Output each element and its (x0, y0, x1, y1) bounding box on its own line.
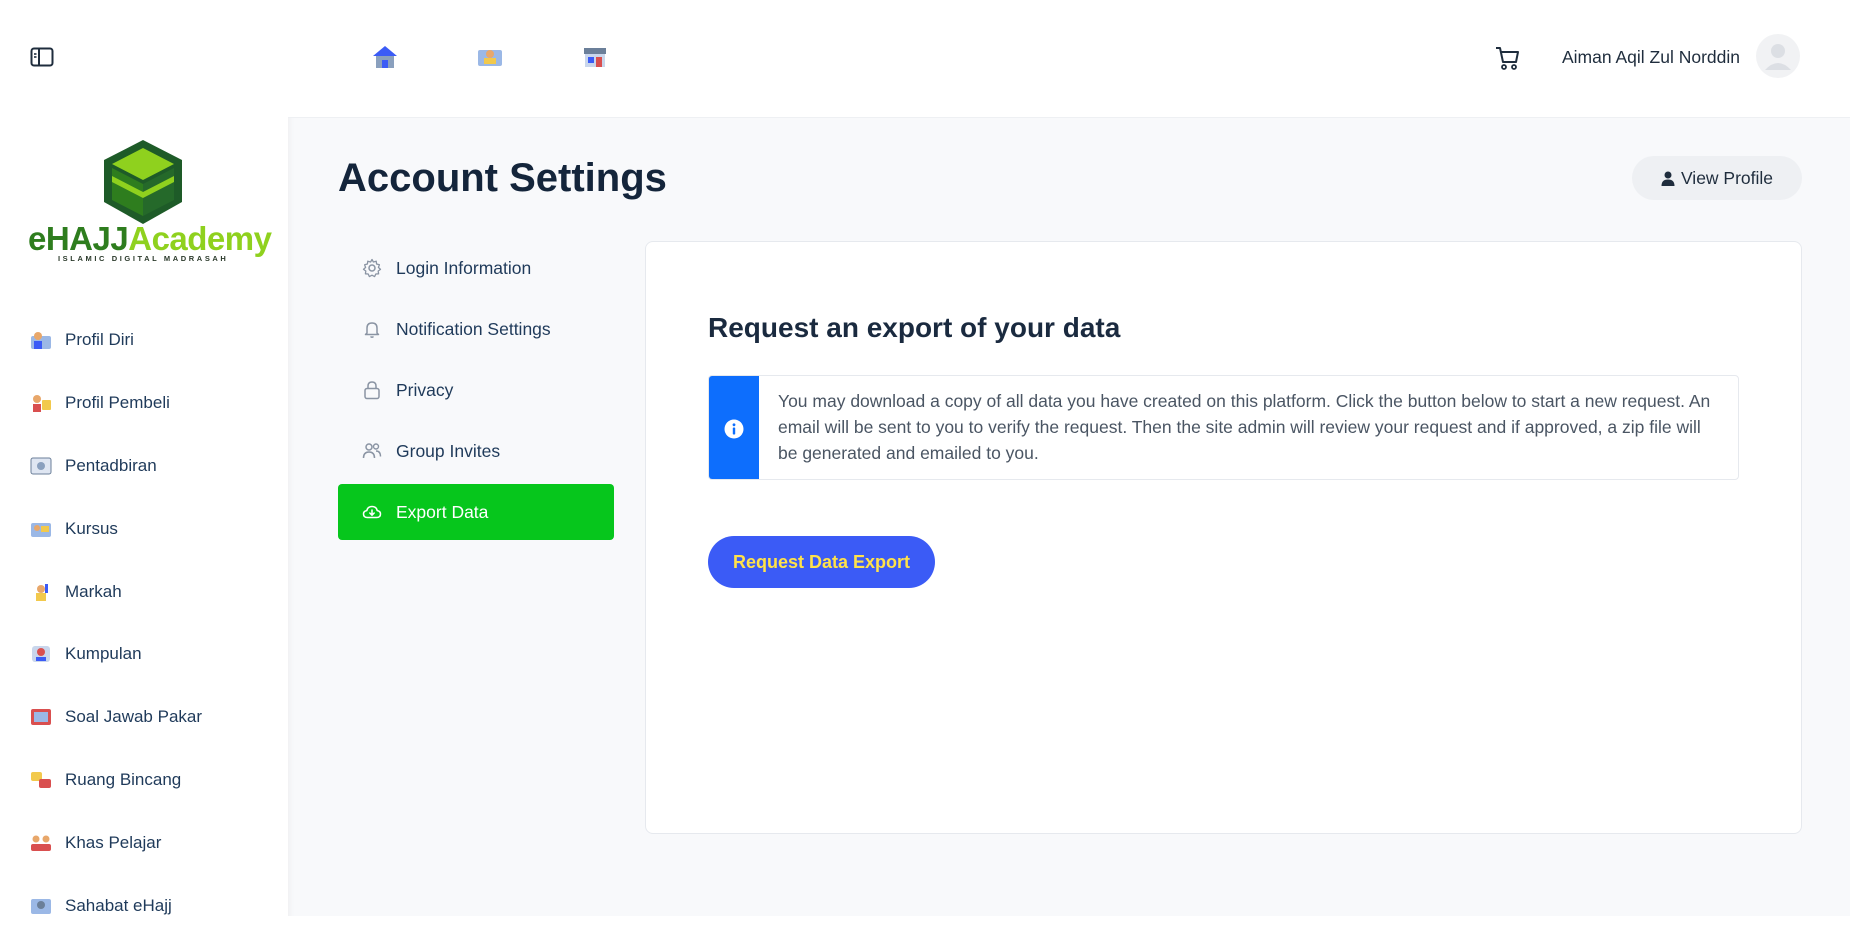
sidebar-item-kumpulan[interactable]: Kumpulan (0, 623, 288, 686)
bell-icon (364, 322, 380, 338)
marks-icon (36, 583, 48, 601)
info-notice: You may download a copy of all data you … (708, 375, 1739, 480)
sidebar-item-label: Markah (65, 581, 122, 601)
course-icon (31, 522, 51, 537)
ehajj-logo[interactable]: eHAJJAcademy ISLAMIC DIGITAL MADRASAH (26, 136, 272, 268)
sidebar-nav: Profil Diri Profil Pembeli Pentadbiran K… (0, 309, 288, 937)
settings-item-export-data[interactable]: Export Data (338, 484, 614, 540)
settings-item-label: Export Data (396, 501, 489, 522)
info-notice-text: You may download a copy of all data you … (778, 391, 1711, 463)
sidebar-item-label: Kumpulan (65, 644, 142, 664)
expert-qa-icon (31, 709, 51, 726)
view-profile-label: View Profile (1680, 167, 1774, 188)
page-title: Account Settings (338, 156, 667, 200)
sidebar-item-label: Soal Jawab Pakar (65, 707, 203, 727)
group-icon (32, 646, 50, 663)
sidebar-item-label: Profil Diri (65, 330, 134, 350)
administration-icon (30, 457, 52, 475)
sidebar-item-label: Khas Pelajar (65, 832, 162, 852)
sidebar-item-ruang-bincang[interactable]: Ruang Bincang (0, 749, 288, 812)
avatar[interactable] (1756, 34, 1800, 78)
panel-title: Request an export of your data (708, 312, 1121, 343)
sidebar-item-profil-diri[interactable]: Profil Diri (0, 309, 288, 372)
gear-icon (362, 258, 382, 278)
logo-tagline: ISLAMIC DIGITAL MADRASAH (58, 254, 229, 263)
friends-icon (31, 898, 51, 914)
sidebar: eHAJJAcademy ISLAMIC DIGITAL MADRASAH Pr… (0, 0, 288, 947)
buyer-profile-icon (33, 395, 51, 413)
sidebar-item-soal-jawab-pakar[interactable]: Soal Jawab Pakar (0, 686, 288, 749)
sidebar-item-label: Ruang Bincang (65, 769, 182, 789)
request-data-export-button[interactable]: Request Data Export (708, 536, 935, 588)
sidebar-item-label: Profil Pembeli (65, 393, 170, 413)
home-icon[interactable] (371, 44, 399, 70)
avatar-placeholder-icon (1765, 44, 1791, 70)
sidebar-item-label: Sahabat eHajj (65, 895, 172, 915)
settings-item-login-information[interactable]: Login Information (338, 240, 614, 296)
info-notice-bar (709, 376, 759, 479)
sidebar-item-markah[interactable]: Markah (0, 560, 288, 623)
discussion-icon (31, 771, 51, 788)
settings-nav: Login Information Notification Settings … (338, 240, 614, 545)
sidebar-item-khas-pelajar[interactable]: Khas Pelajar (0, 811, 288, 874)
sidebar-toggle-icon[interactable] (30, 46, 54, 68)
footer-strip (288, 916, 1850, 947)
users-icon (362, 443, 382, 459)
settings-item-label: Notification Settings (396, 318, 551, 339)
settings-item-label: Privacy (396, 379, 454, 400)
view-profile-button[interactable]: View Profile (1632, 156, 1802, 200)
person-icon (1661, 171, 1675, 186)
settings-item-privacy[interactable]: Privacy (338, 362, 614, 418)
settings-item-label: Group Invites (396, 440, 501, 461)
logo-wordmark: eHAJJAcademy (28, 220, 272, 257)
sidebar-item-label: Pentadbiran (65, 455, 157, 475)
sidebar-item-pentadbiran[interactable]: Pentadbiran (0, 435, 288, 498)
students-icon (31, 835, 51, 851)
settings-item-label: Login Information (396, 257, 532, 278)
classroom-icon[interactable] (476, 44, 504, 70)
settings-item-notification-settings[interactable]: Notification Settings (338, 301, 614, 357)
lock-icon (364, 381, 380, 400)
settings-item-group-invites[interactable]: Group Invites (338, 423, 614, 479)
user-name[interactable]: Aiman Aqil Zul Norddin (1562, 47, 1740, 68)
sidebar-item-profil-pembeli[interactable]: Profil Pembeli (0, 372, 288, 435)
info-icon (724, 419, 744, 438)
cart-icon[interactable] (1494, 44, 1520, 72)
sidebar-item-label: Kursus (65, 518, 118, 538)
sidebar-item-kursus[interactable]: Kursus (0, 497, 288, 560)
profile-person-icon (31, 332, 51, 350)
export-data-panel: Request an export of your data You may d… (645, 241, 1802, 834)
cloud-download-icon (362, 505, 382, 519)
top-bar: Aiman Aqil Zul Norddin (288, 0, 1850, 118)
kaaba-logo-icon (104, 140, 182, 224)
shop-icon[interactable] (581, 44, 609, 70)
sidebar-item-sahabat-ehajj[interactable]: Sahabat eHajj (0, 874, 288, 937)
